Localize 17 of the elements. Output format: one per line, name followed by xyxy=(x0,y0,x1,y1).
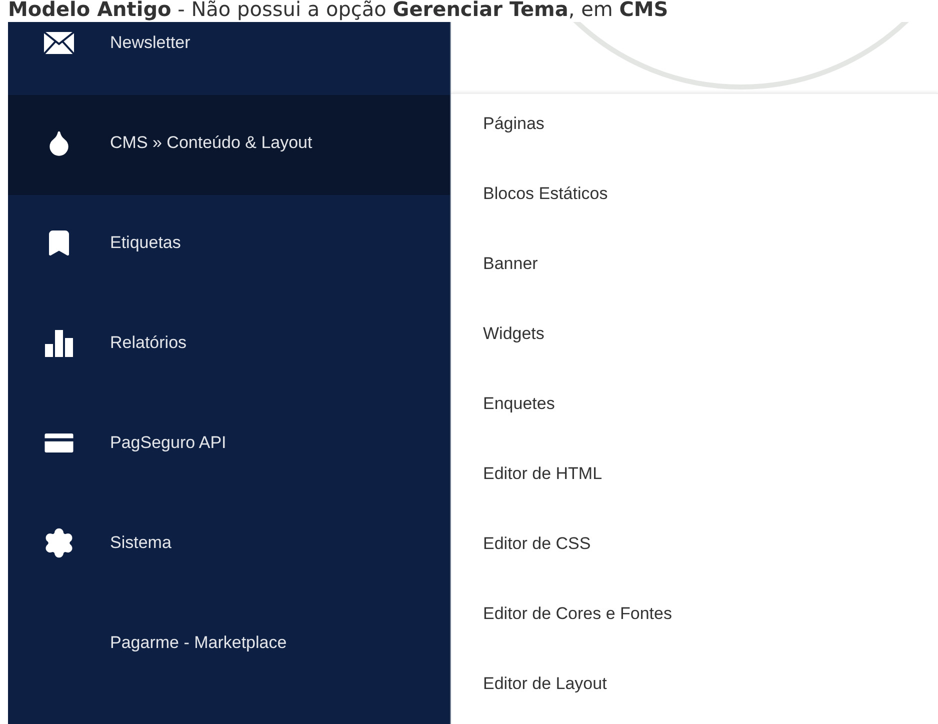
submenu-item[interactable]: Editor de CSS xyxy=(483,534,591,554)
sidebar-item[interactable]: PagSeguro API xyxy=(8,395,450,495)
sidebar-item[interactable]: Relatórios xyxy=(8,295,450,395)
sidebar-item[interactable]: Sistema xyxy=(8,495,450,595)
caption-text: Modelo Antigo - Não possui a opção Gerenciar Tema, em CMS xyxy=(8,0,668,21)
submenu-item[interactable]: Editor de Cores e Fontes xyxy=(483,604,672,624)
submenu-item[interactable]: Editor de Layout xyxy=(483,674,607,694)
submenu-item[interactable]: Páginas xyxy=(483,114,544,134)
submenu-item[interactable]: Blocos Estáticos xyxy=(483,184,608,204)
submenu-item[interactable]: Editor de HTML xyxy=(483,464,602,484)
sidebar-item[interactable]: CMS » Conteúdo & Layout xyxy=(8,95,450,195)
submenu-item[interactable]: Banner xyxy=(483,254,538,274)
submenu-item[interactable]: Widgets xyxy=(483,324,544,344)
submenu-item[interactable]: Enquetes xyxy=(483,394,555,414)
sidebar-item[interactable]: Pagarme - Marketplace xyxy=(8,595,450,695)
sidebar-item[interactable]: Etiquetas xyxy=(8,195,450,295)
sidebar-item[interactable]: Newsletter xyxy=(8,22,450,95)
